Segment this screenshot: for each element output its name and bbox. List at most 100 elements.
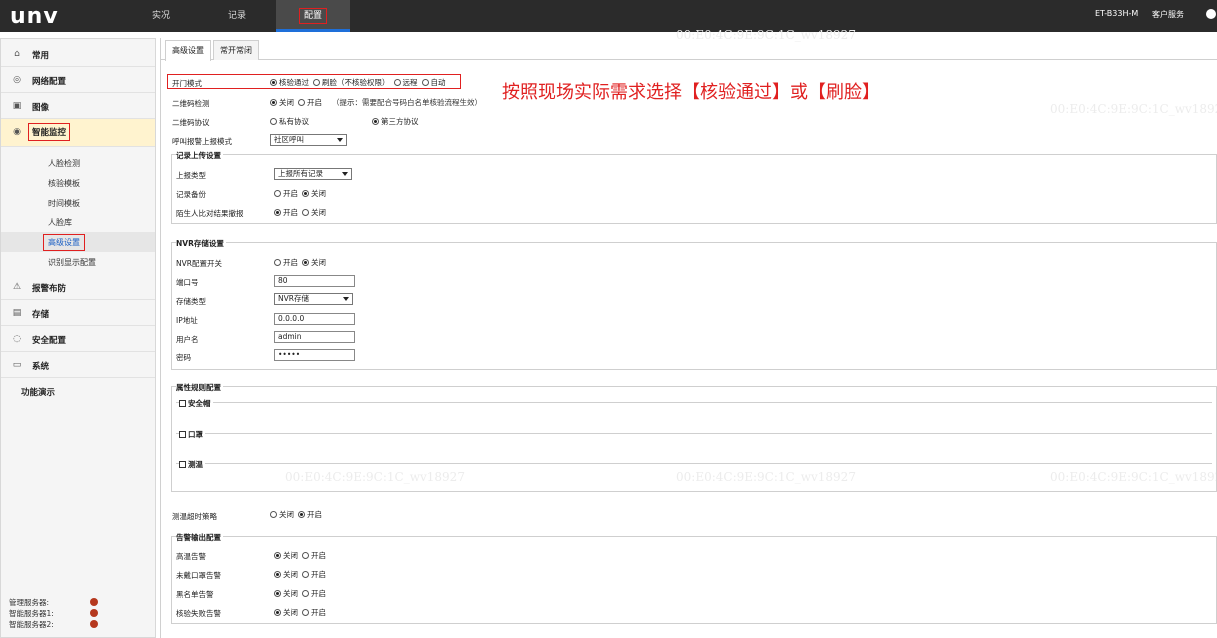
nvr-switch-off-option[interactable]: 关闭 bbox=[302, 258, 326, 267]
attr-rules-title: 属性规则配置 bbox=[176, 382, 223, 393]
radio-button[interactable] bbox=[274, 209, 281, 216]
logout-icon[interactable] bbox=[1206, 9, 1216, 19]
sidebar-item-smart-monitor[interactable]: ◉ 智能监控 bbox=[1, 119, 155, 147]
sidebar-item-label: 智能监控 bbox=[28, 123, 71, 141]
nvr-storage-type-select[interactable]: NVR存储 bbox=[274, 293, 353, 305]
nav-config-label: 配置 bbox=[298, 8, 327, 24]
monitor-icon: ▭ bbox=[12, 360, 22, 370]
nvr-ip-input[interactable]: 0.0.0.0 bbox=[274, 313, 355, 325]
radio-button[interactable] bbox=[302, 609, 309, 616]
nvr-switch-radios: 开启 关闭 bbox=[274, 257, 330, 268]
tab-normally-open[interactable]: 常开常闭 bbox=[213, 40, 259, 60]
record-backup-off-option[interactable]: 关闭 bbox=[302, 189, 326, 198]
qr-detect-on-option[interactable]: 开启 bbox=[298, 98, 322, 107]
record-backup-on-option[interactable]: 开启 bbox=[274, 189, 298, 198]
nav-config[interactable]: 配置 bbox=[276, 0, 350, 32]
qr-protocol-private-option[interactable]: 私有协议 bbox=[270, 116, 309, 127]
radio-button[interactable] bbox=[302, 259, 309, 266]
option-label: 开启 bbox=[283, 189, 298, 198]
stranger-report-radios: 开启 关闭 bbox=[274, 207, 330, 218]
checkbox-box[interactable] bbox=[179, 400, 186, 407]
call-mode-select[interactable]: 社区呼叫 bbox=[270, 134, 347, 146]
watermark: 00:E0:4C:9E:9C:1C_wv18927 bbox=[676, 28, 856, 42]
sidebar-item-demo[interactable]: 功能演示 bbox=[1, 378, 155, 404]
option-label: 关闭 bbox=[279, 98, 294, 107]
option-label: 开启 bbox=[307, 510, 322, 519]
radio-button[interactable] bbox=[302, 571, 309, 578]
record-upload-title: 记录上传设置 bbox=[176, 150, 223, 161]
radio-button[interactable] bbox=[274, 590, 281, 597]
sub-item-display-config[interactable]: 识别显示配置 bbox=[1, 252, 155, 272]
radio-button[interactable] bbox=[302, 552, 309, 559]
checkbox-box[interactable] bbox=[179, 461, 186, 468]
sidebar-item-network[interactable]: ◎ 网络配置 bbox=[1, 67, 155, 93]
sidebar-item-storage[interactable]: ▤ 存储 bbox=[1, 300, 155, 326]
alarm-on-option[interactable]: 开启 bbox=[302, 589, 326, 598]
temp-checkbox[interactable]: 测温 bbox=[179, 459, 205, 470]
sidebar-item-common[interactable]: ⌂ 常用 bbox=[1, 41, 155, 67]
alarm-on-option[interactable]: 开启 bbox=[302, 570, 326, 579]
radio-button[interactable] bbox=[302, 590, 309, 597]
sub-item-face-detect[interactable]: 人脸检测 bbox=[1, 153, 155, 173]
alarm-row-radios: 关闭 开启 bbox=[274, 550, 330, 561]
option-label: 关闭 bbox=[283, 589, 298, 598]
nvr-password-input[interactable]: ••••• bbox=[274, 349, 355, 361]
customer-service-link[interactable]: 客户服务 bbox=[1152, 9, 1184, 20]
status-dot bbox=[90, 620, 98, 628]
status-dot bbox=[90, 609, 98, 617]
temp-timeout-off-option[interactable]: 关闭 bbox=[270, 510, 294, 519]
sub-item-verify-template[interactable]: 核验模板 bbox=[1, 173, 155, 193]
nvr-user-input[interactable]: admin bbox=[274, 331, 355, 343]
radio-button[interactable] bbox=[372, 118, 379, 125]
option-label: 开启 bbox=[311, 570, 326, 579]
alarm-row-label: 未戴口罩告警 bbox=[176, 571, 221, 580]
option-label: 关闭 bbox=[279, 510, 294, 519]
call-mode-label: 呼叫报警上报模式 bbox=[172, 137, 232, 146]
alarm-on-option[interactable]: 开启 bbox=[302, 608, 326, 617]
helmet-checkbox[interactable]: 安全帽 bbox=[179, 398, 213, 409]
nvr-port-input[interactable]: 80 bbox=[274, 275, 355, 287]
sidebar-item-image[interactable]: ▣ 图像 bbox=[1, 93, 155, 119]
radio-button[interactable] bbox=[274, 190, 281, 197]
alarm-off-option[interactable]: 关闭 bbox=[274, 589, 298, 598]
radio-button[interactable] bbox=[270, 99, 277, 106]
stranger-report-on-option[interactable]: 开启 bbox=[274, 208, 298, 217]
radio-button[interactable] bbox=[302, 190, 309, 197]
radio-button[interactable] bbox=[270, 511, 277, 518]
sidebar-item-system[interactable]: ▭ 系统 bbox=[1, 352, 155, 378]
server-label: 智能服务器1: bbox=[9, 609, 54, 618]
mask-checkbox[interactable]: 口罩 bbox=[179, 429, 205, 440]
qr-protocol-third-option[interactable]: 第三方协议 bbox=[372, 116, 419, 127]
nav-record[interactable]: 记录 bbox=[212, 0, 262, 32]
checkbox-box[interactable] bbox=[179, 431, 186, 438]
alarm-on-option[interactable]: 开启 bbox=[302, 551, 326, 560]
upload-type-select[interactable]: 上报所有记录 bbox=[274, 168, 352, 180]
sidebar-item-alarm[interactable]: ⚠ 报警布防 bbox=[1, 274, 155, 300]
alarm-off-option[interactable]: 关闭 bbox=[274, 608, 298, 617]
temp-timeout-on-option[interactable]: 开启 bbox=[298, 510, 322, 519]
radio-button[interactable] bbox=[274, 552, 281, 559]
sub-item-label: 识别显示配置 bbox=[48, 258, 96, 267]
sidebar-item-label: 常用 bbox=[32, 51, 50, 61]
radio-button[interactable] bbox=[270, 118, 277, 125]
option-label: 开启 bbox=[307, 98, 322, 107]
radio-button[interactable] bbox=[298, 99, 305, 106]
qr-detect-off-option[interactable]: 关闭 bbox=[270, 98, 294, 107]
radio-button[interactable] bbox=[298, 511, 305, 518]
tab-advanced[interactable]: 高级设置 bbox=[165, 40, 211, 61]
alarm-off-option[interactable]: 关闭 bbox=[274, 570, 298, 579]
sub-item-advanced[interactable]: 高级设置 bbox=[1, 232, 155, 252]
sub-item-time-template[interactable]: 时间模板 bbox=[1, 193, 155, 213]
nav-live[interactable]: 实况 bbox=[136, 0, 186, 32]
radio-button[interactable] bbox=[274, 259, 281, 266]
radio-button[interactable] bbox=[274, 571, 281, 578]
radio-button[interactable] bbox=[274, 609, 281, 616]
sub-item-face-lib[interactable]: 人脸库 bbox=[1, 212, 155, 232]
radio-button[interactable] bbox=[302, 209, 309, 216]
tab-bar: 高级设置 常开常闭 bbox=[161, 40, 1217, 61]
sidebar-item-security[interactable]: ◌ 安全配置 bbox=[1, 326, 155, 352]
nvr-switch-on-option[interactable]: 开启 bbox=[274, 258, 298, 267]
stranger-report-off-option[interactable]: 关闭 bbox=[302, 208, 326, 217]
alarm-off-option[interactable]: 关闭 bbox=[274, 551, 298, 560]
chevron-down-icon bbox=[343, 297, 349, 301]
